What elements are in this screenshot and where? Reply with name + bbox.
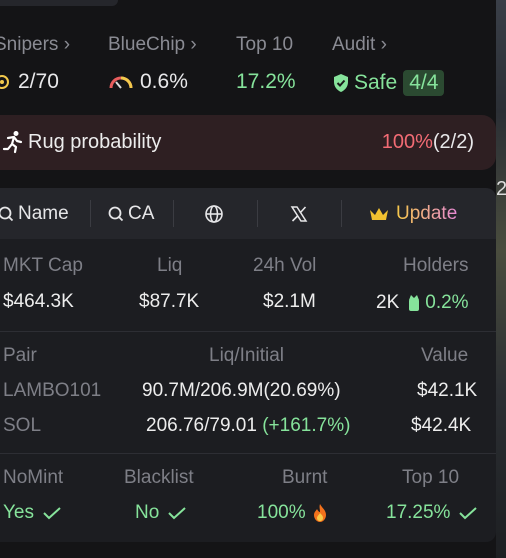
chevron-right-icon: › xyxy=(58,34,71,55)
market-cap-label: MKT Cap xyxy=(3,255,83,276)
check-icon xyxy=(168,507,186,520)
audit-link[interactable]: Audit › xyxy=(332,34,387,56)
market-cap-value: $464.3K xyxy=(3,291,74,312)
liq-initial-label: Liq/Initial xyxy=(209,345,284,366)
target-icon xyxy=(0,75,9,89)
pair-name: LAMBO101 xyxy=(3,380,102,401)
chevron-right-icon: › xyxy=(375,34,387,55)
dev-holder-icon xyxy=(409,295,420,311)
token-info-panel: Name CA Update MKT Cap Liq 24h Vol Holde… xyxy=(0,188,496,542)
bluechip-link[interactable]: BlueChip › xyxy=(108,34,197,56)
volume-value: $2.1M xyxy=(263,291,316,312)
gauge-icon xyxy=(109,76,133,89)
top10-value: 17.25% xyxy=(386,502,478,524)
fire-icon xyxy=(313,504,326,522)
search-icon xyxy=(108,206,124,221)
burnt-label: Burnt xyxy=(282,467,328,488)
volume-label: 24h Vol xyxy=(253,255,317,276)
background-strip: 2 xyxy=(496,0,506,558)
search-name-button[interactable]: Name xyxy=(0,188,69,239)
check-icon xyxy=(43,507,61,520)
snipers-link[interactable]: Snipers › xyxy=(0,34,70,56)
audit-badge: 4/4 xyxy=(403,70,445,96)
website-button[interactable] xyxy=(204,188,224,239)
divider xyxy=(257,200,258,227)
nomint-label: NoMint xyxy=(3,467,64,488)
divider xyxy=(0,331,496,332)
value-label: Value xyxy=(421,345,469,366)
rug-probability-value: 100%(2/2) xyxy=(381,131,474,153)
top10-label: Top 10 xyxy=(402,467,460,488)
top10-value: 17.2% xyxy=(236,70,296,93)
stats-row: Snipers › 2/70 BlueChip › 0.6% Top 10 17… xyxy=(0,34,496,104)
search-tabs: Name CA Update xyxy=(0,188,496,239)
rug-probability-bar: Rug probability 100%(2/2) xyxy=(0,115,496,170)
x-twitter-button[interactable] xyxy=(290,188,308,239)
divider xyxy=(173,200,174,227)
divider xyxy=(0,453,496,454)
chevron-right-icon: › xyxy=(185,34,197,55)
pair-name: SOL xyxy=(3,415,42,436)
pair-label: Pair xyxy=(3,345,37,366)
pair-value: $42.1K xyxy=(417,380,478,401)
divider xyxy=(90,200,91,227)
audit-value: Safe 4/4 xyxy=(332,70,445,96)
shield-check-icon xyxy=(334,74,348,92)
pair-value: $42.4K xyxy=(411,415,472,436)
edge-text: 2 xyxy=(496,178,506,200)
check-icon xyxy=(459,507,478,520)
globe-icon xyxy=(205,204,223,223)
search-icon xyxy=(0,206,14,221)
blacklist-label: Blacklist xyxy=(124,467,194,488)
divider xyxy=(341,200,342,227)
x-logo-icon xyxy=(290,205,308,222)
top-bar-fragment xyxy=(0,0,118,6)
nomint-value: Yes xyxy=(3,502,62,524)
running-person-icon xyxy=(2,131,23,154)
holders-value: 2K 0.2% xyxy=(376,292,469,313)
rug-probability-label: Rug probability xyxy=(28,131,162,153)
search-ca-button[interactable]: CA xyxy=(108,188,154,239)
burnt-value: 100% xyxy=(257,502,328,524)
blacklist-value: No xyxy=(135,502,187,524)
liq-label: Liq xyxy=(157,255,183,276)
top10-label: Top 10 xyxy=(236,34,294,55)
crown-icon xyxy=(370,207,388,220)
update-button[interactable]: Update xyxy=(368,188,457,239)
pair-liquidity: 90.7M/206.9M(20.69%) xyxy=(142,380,341,401)
snipers-value: 2/70 xyxy=(0,70,59,94)
pair-liquidity: 206.76/79.01 (+161.7%) xyxy=(146,415,351,436)
liq-value: $87.7K xyxy=(139,291,200,312)
bluechip-value: 0.6% xyxy=(108,70,188,94)
holders-label: Holders xyxy=(403,255,469,276)
